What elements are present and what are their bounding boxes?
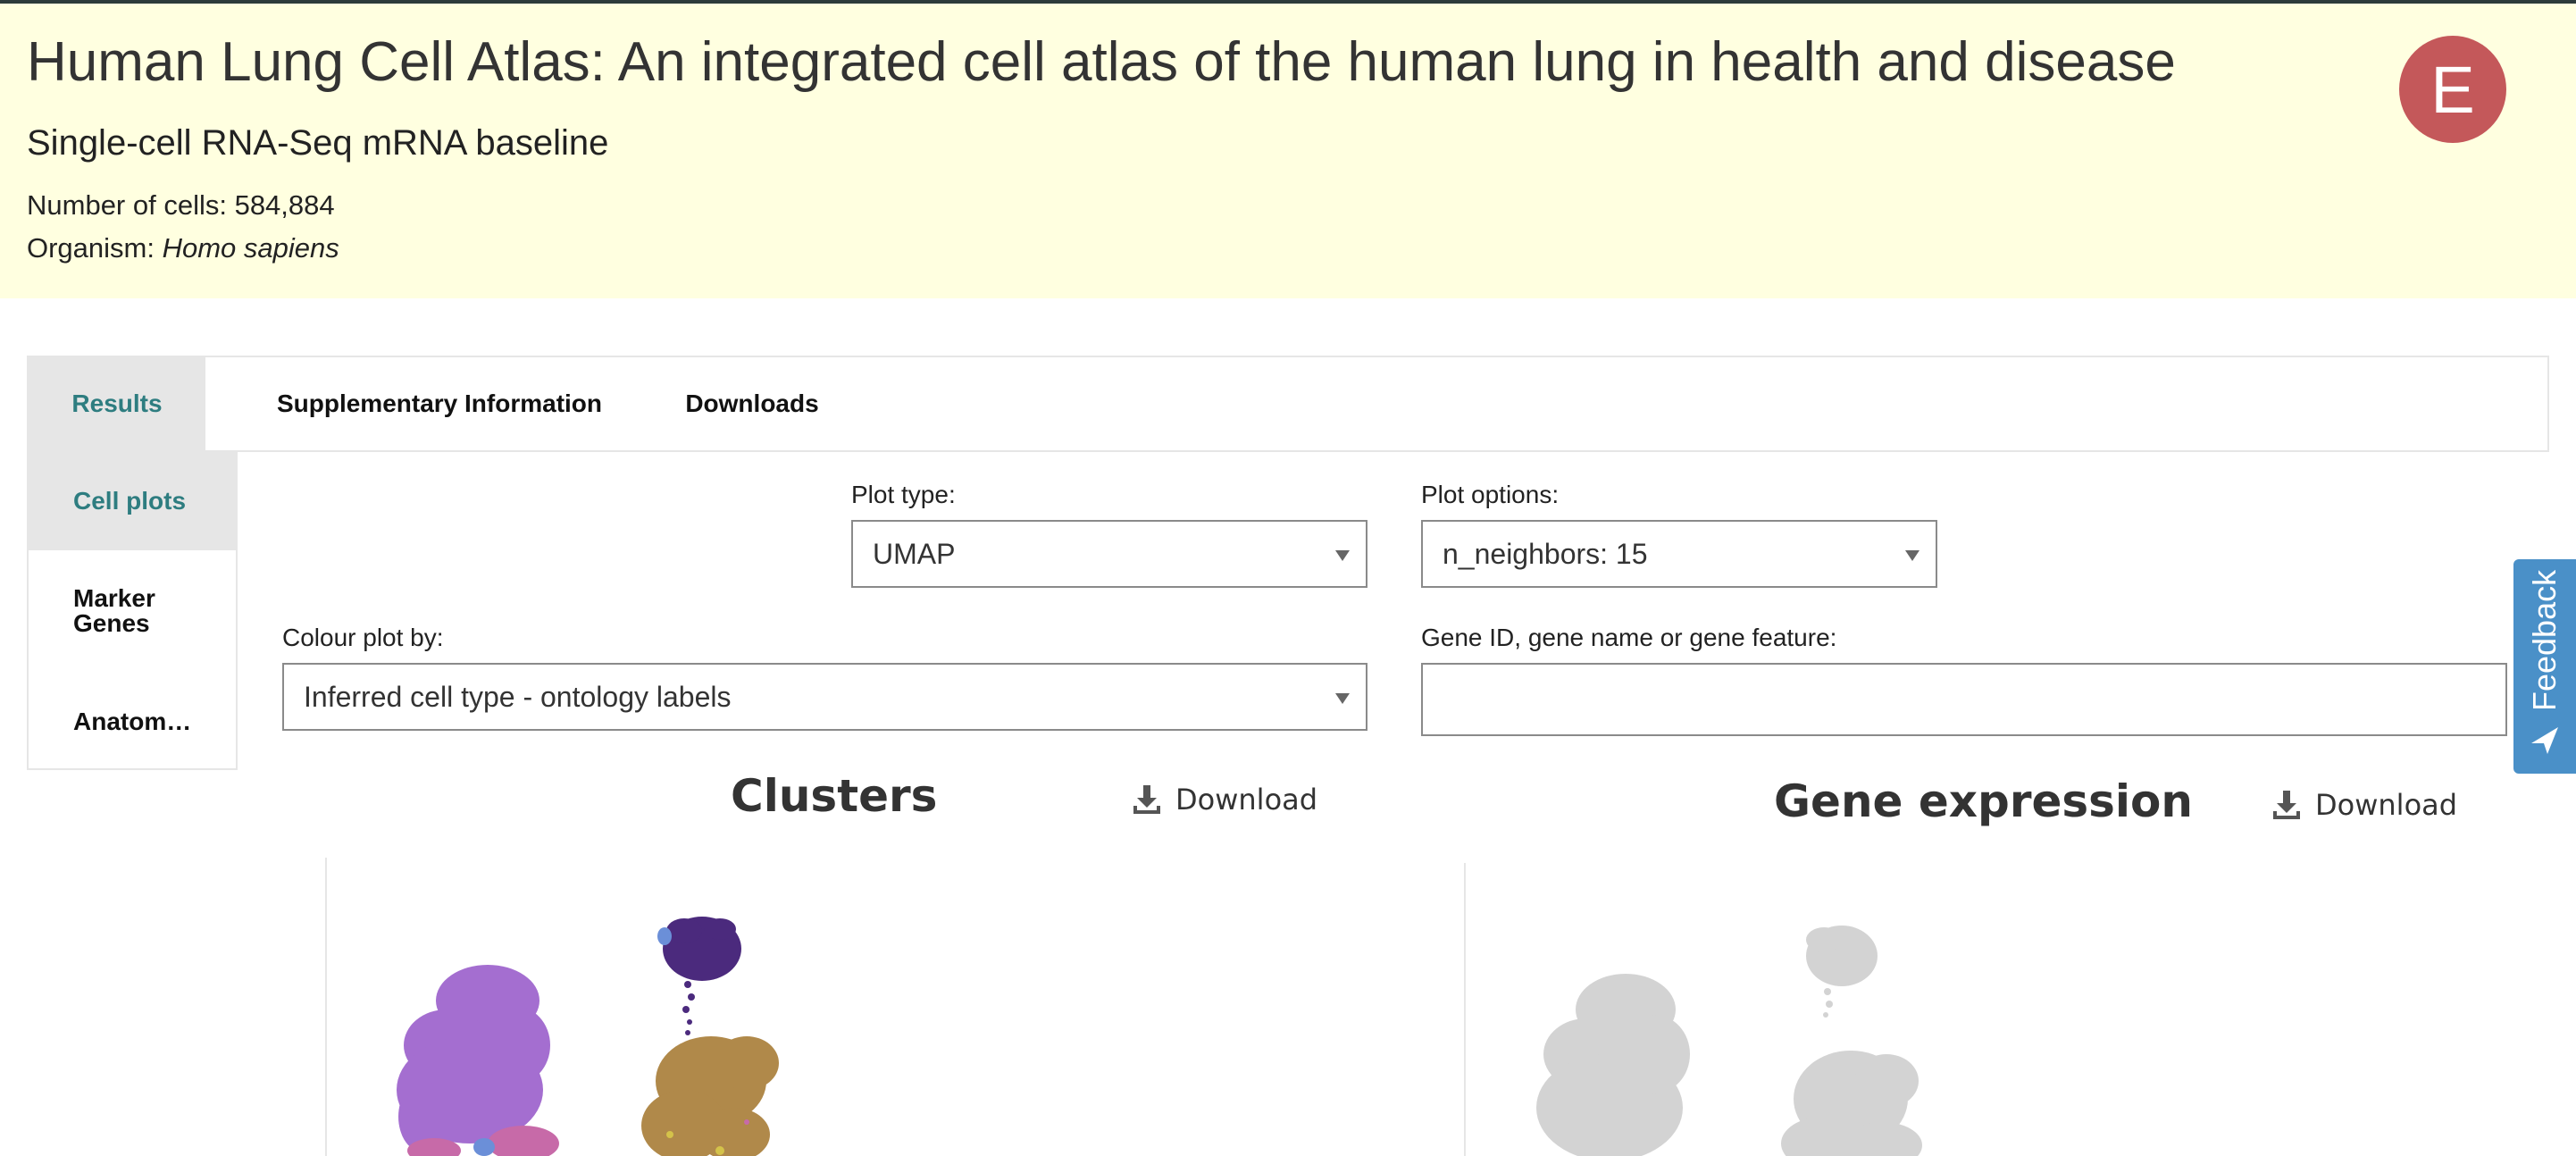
organism: Organism: Homo sapiens [27,232,339,264]
gene-expression-download-button[interactable]: Download [2271,788,2457,822]
gene-expression-umap-plot[interactable] [1467,902,2360,1156]
experiment-header: Human Lung Cell Atlas: An integrated cel… [0,4,2576,298]
gene-expression-plot-title: Gene expression [1774,775,2193,827]
results-side-nav: Cell plots Marker Genes Anatom… [27,452,238,770]
plot-type-value: UMAP [873,537,956,570]
plot-type-select[interactable]: UMAP [851,520,1367,588]
download-label: Download [1175,783,1318,817]
cluster-gold [641,1036,779,1156]
chevron-down-icon [1335,550,1350,561]
clusters-download-button[interactable]: Download [1131,783,1317,817]
gene-expression-plot-axis [1464,863,1466,1156]
tab-results[interactable]: Results [29,357,205,450]
colour-plot-by-label: Colour plot by: [282,624,444,651]
send-icon [2531,727,2558,754]
tab-downloads[interactable]: Downloads [654,357,850,450]
download-icon [2273,791,2300,819]
main-tabs: Results Supplementary Information Downlo… [27,356,2549,452]
colour-plot-by-select[interactable]: Inferred cell type - ontology labels [282,663,1367,731]
gene-search-input[interactable] [1421,663,2507,736]
cell-count: Number of cells: 584,884 [27,189,335,222]
cluster-darkpurple [657,917,741,1035]
gene-search-label: Gene ID, gene name or gene feature: [1421,624,1837,651]
cell-count-label: Number of cells: [27,189,235,221]
organism-value: Homo sapiens [162,232,339,264]
side-nav-cell-plots[interactable]: Cell plots [29,452,236,550]
chevron-down-icon [1335,693,1350,704]
tab-supplementary-information[interactable]: Supplementary Information [234,357,645,450]
download-label: Download [2315,788,2458,822]
cluster-purple [397,965,550,1152]
gene-expression-cells [1536,926,1922,1156]
chevron-down-icon [1905,550,1919,561]
side-nav-anatomogram[interactable]: Anatom… [29,706,236,738]
page-title: Human Lung Cell Atlas: An integrated cel… [27,31,2176,93]
plot-type-label: Plot type: [851,481,956,508]
plot-options-value: n_neighbors: 15 [1443,537,1648,570]
colour-plot-by-value: Inferred cell type - ontology labels [304,680,732,713]
cell-count-value: 584,884 [234,189,335,221]
feedback-button[interactable]: Feedback [2513,559,2576,774]
plot-options-select[interactable]: n_neighbors: 15 [1421,520,1937,588]
clusters-plot-title: Clusters [731,770,938,822]
download-icon [1133,785,1160,814]
side-nav-marker-genes[interactable]: Marker Genes [29,586,198,636]
organism-label: Organism: [27,232,163,264]
plot-options-label: Plot options: [1421,481,1560,508]
user-avatar[interactable]: E [2399,36,2506,143]
experiment-subtitle: Single-cell RNA-Seq mRNA baseline [27,123,609,163]
clusters-umap-plot[interactable] [327,867,1461,1156]
